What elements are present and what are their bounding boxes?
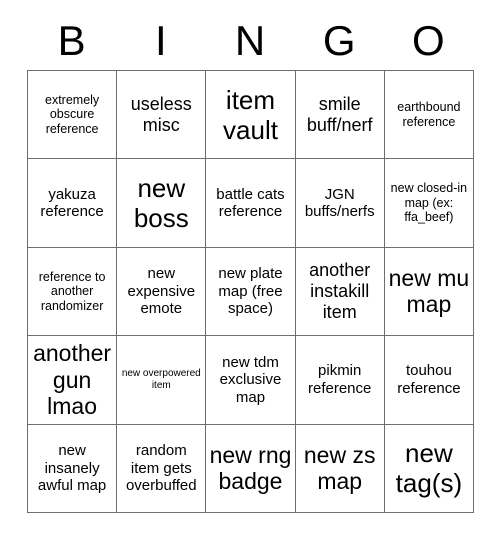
bingo-cell-label: new overpowered item <box>121 368 201 391</box>
bingo-cell-label: JGN buffs/nerfs <box>304 185 375 221</box>
bingo-cell-label: useless misc <box>130 93 192 135</box>
bingo-card: B I N G O extremely obscure reference use… <box>27 12 474 514</box>
bingo-cell-label: new closed-in map (ex: ffa_beef) <box>390 181 468 225</box>
bingo-cell[interactable]: pikmin reference <box>295 336 385 425</box>
bingo-cell[interactable]: item vault <box>206 71 296 160</box>
bingo-cell[interactable]: yakuza reference <box>28 159 118 248</box>
bingo-cell-label: battle cats reference <box>216 185 285 221</box>
bingo-cell-label: new rng badge <box>209 441 292 495</box>
bingo-cell[interactable]: new overpowered item <box>117 336 207 425</box>
bingo-cell[interactable]: earthbound reference <box>384 71 474 160</box>
bingo-cell[interactable]: new boss <box>117 159 207 248</box>
bingo-cell-label: new plate map (free space) <box>218 265 283 318</box>
bingo-cell[interactable]: new closed-in map (ex: ffa_beef) <box>384 159 474 248</box>
bingo-cell-label: another instakill item <box>309 260 371 322</box>
bingo-cell-label: yakuza reference <box>40 185 104 221</box>
bingo-cell[interactable]: another gun lmao <box>28 336 118 425</box>
bingo-cell-label: random item gets overbuffed <box>125 442 197 494</box>
bingo-cell-label: reference to another randomizer <box>38 269 106 313</box>
bingo-cell-label: touhou reference <box>397 362 461 397</box>
bingo-cell-label: new tdm exclusive map <box>219 353 282 406</box>
bingo-cell[interactable]: new plate map (free space) <box>206 247 296 337</box>
bingo-header-letter-n: N <box>234 17 266 64</box>
bingo-cell[interactable]: random item gets overbuffed <box>117 424 207 513</box>
bingo-cell[interactable]: smile buff/nerf <box>295 71 385 160</box>
bingo-cell-label: item vault <box>223 84 278 145</box>
bingo-cell[interactable]: useless misc <box>117 71 207 160</box>
bingo-cell-label: new mu map <box>388 264 470 318</box>
bingo-cell[interactable]: JGN buffs/nerfs <box>295 159 385 248</box>
bingo-cell[interactable]: new zs map <box>295 424 385 513</box>
bingo-cell-label: pikmin reference <box>308 362 372 397</box>
bingo-grid: extremely obscure reference useless misc i… <box>27 70 474 513</box>
bingo-cell-label: smile buff/nerf <box>306 93 373 135</box>
bingo-header-letter-b: B <box>57 17 86 64</box>
bingo-cell[interactable]: new mu map <box>384 247 474 337</box>
bingo-header-letter-o: O <box>412 17 445 64</box>
bingo-cell[interactable]: touhou reference <box>384 336 474 425</box>
bingo-cell[interactable]: extremely obscure reference <box>28 71 118 160</box>
bingo-cell-label: new tag(s) <box>395 438 463 499</box>
bingo-cell[interactable]: new tdm exclusive map <box>206 336 296 425</box>
bingo-cell-label: new boss <box>133 172 189 234</box>
bingo-header-letter-g: G <box>322 17 356 64</box>
bingo-cell-label: extremely obscure reference <box>45 92 100 136</box>
bingo-header-letter-i: I <box>154 17 167 64</box>
bingo-cell-label: another gun lmao <box>33 339 112 420</box>
bingo-cell[interactable]: reference to another randomizer <box>28 247 118 337</box>
bingo-cell[interactable]: new expensive emote <box>117 247 207 337</box>
bingo-header: B I N G O <box>27 12 473 70</box>
bingo-cell-label: earthbound reference <box>397 100 461 129</box>
bingo-cell[interactable]: battle cats reference <box>206 159 296 248</box>
bingo-cell[interactable]: new tag(s) <box>384 424 474 513</box>
bingo-cell-label: new insanely awful map <box>37 442 107 494</box>
bingo-cell[interactable]: new insanely awful map <box>28 424 118 513</box>
bingo-cell-label: new zs map <box>303 441 376 495</box>
bingo-cell[interactable]: another instakill item <box>295 247 385 337</box>
bingo-cell-label: new expensive emote <box>127 265 196 318</box>
bingo-cell[interactable]: new rng badge <box>206 424 296 513</box>
